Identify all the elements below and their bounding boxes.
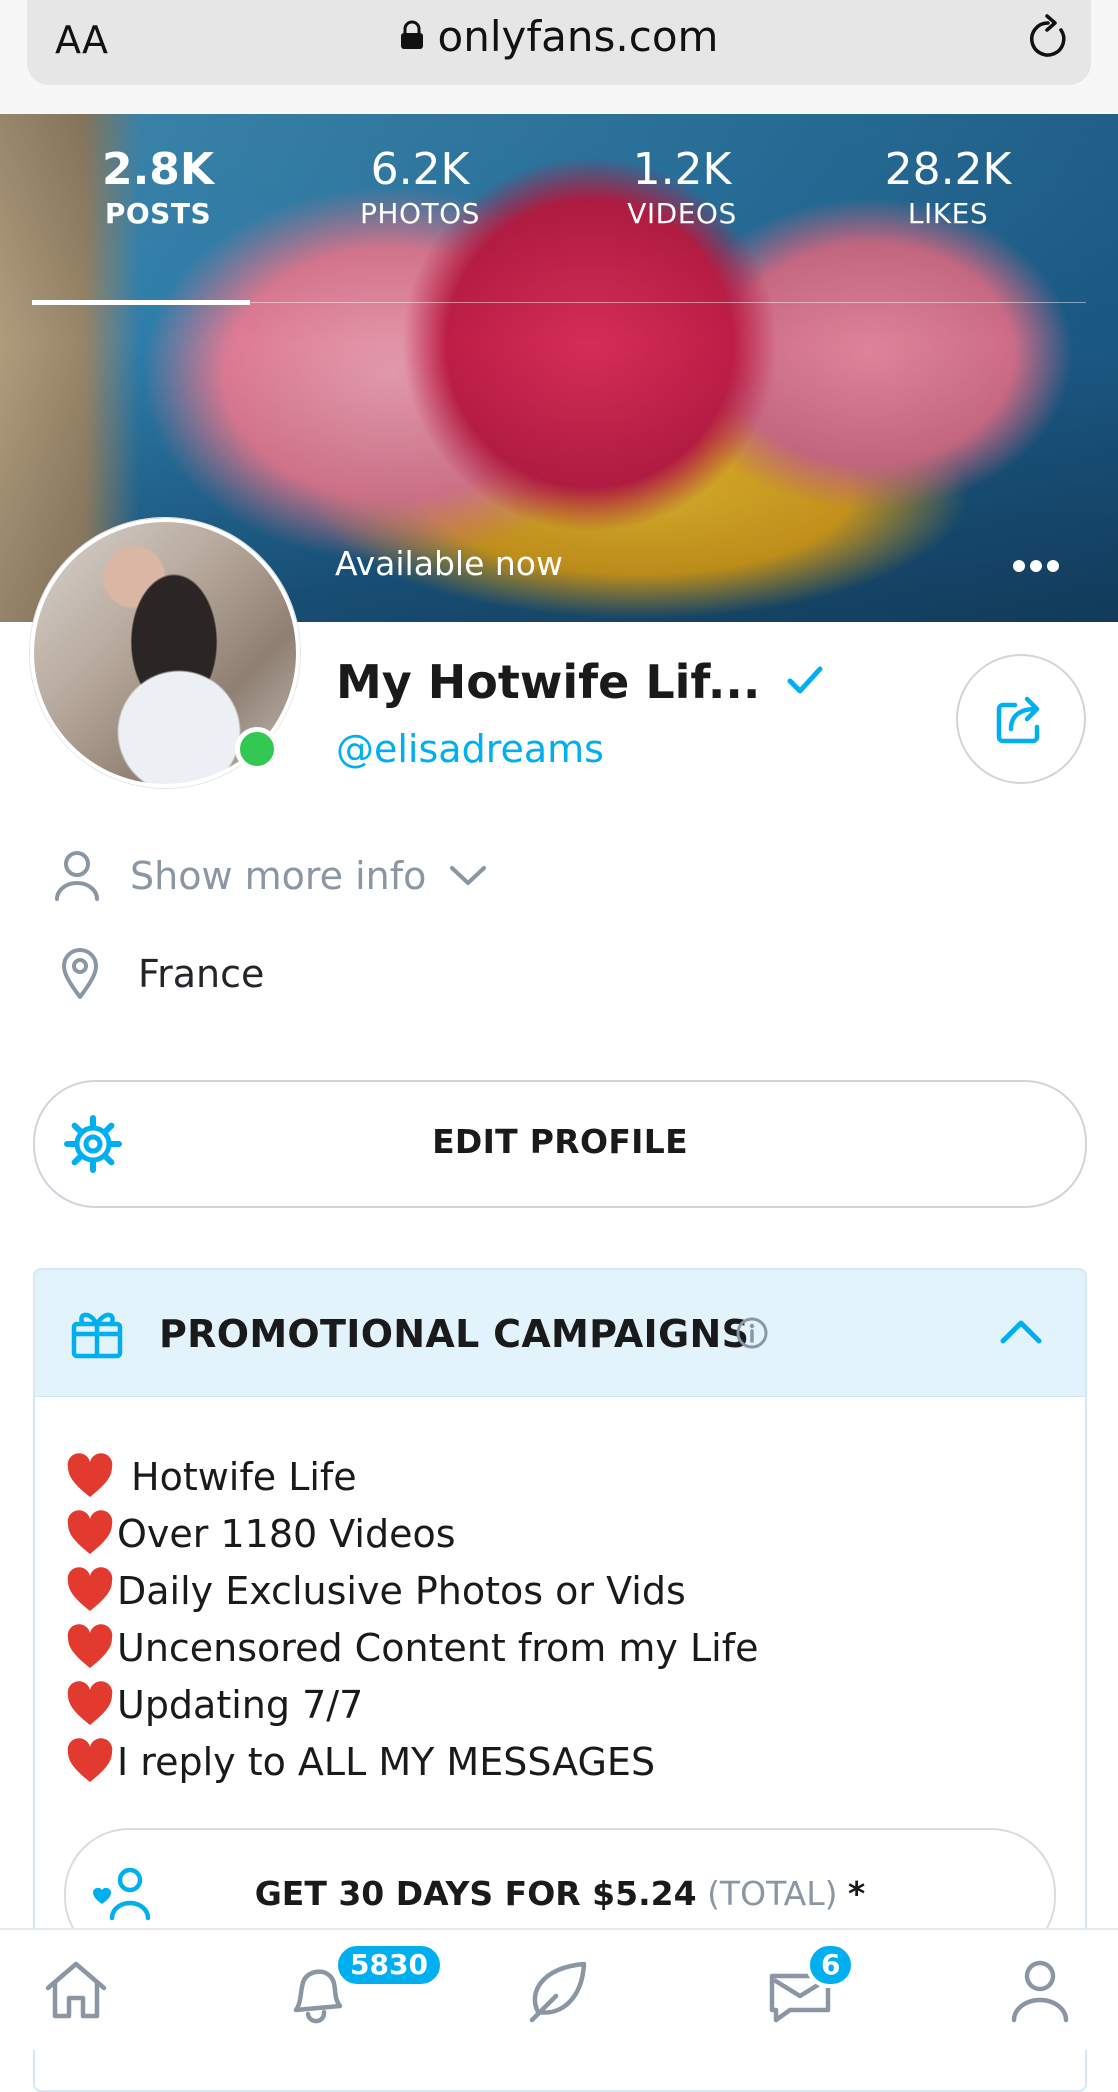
subscribe-asterisk: * bbox=[848, 1874, 866, 1913]
home-icon bbox=[45, 1961, 107, 2019]
address-bar[interactable]: AA onlyfans.com bbox=[27, 0, 1091, 85]
profile-stats-tabs: 2.8K POSTS 6.2K PHOTOS 1.2K VIDEOS 28.2K… bbox=[0, 144, 1118, 305]
edit-profile-label: EDIT PROFILE bbox=[432, 1122, 688, 1161]
browser-toolbar: AA onlyfans.com bbox=[0, 0, 1118, 114]
promo-line-text: Updating 7/7 bbox=[117, 1682, 364, 1727]
profile-name: My Hotwife Lif... bbox=[336, 655, 761, 709]
subscribe-offer-label: GET 30 DAYS FOR $5.24 (TOTAL) * bbox=[66, 1874, 1054, 1913]
tab-photos[interactable]: 6.2K PHOTOS bbox=[310, 144, 530, 232]
promo-line: Updating 7/7 bbox=[65, 1676, 758, 1733]
location-row: France bbox=[52, 944, 264, 1004]
more-options-icon[interactable] bbox=[1012, 558, 1060, 577]
tab-likes[interactable]: 28.2K LIKES bbox=[838, 144, 1058, 232]
location-text: France bbox=[138, 952, 265, 996]
posts-count: 2.8K bbox=[101, 144, 215, 195]
lock-icon bbox=[400, 11, 424, 60]
bottom-navigation: 5830 6 bbox=[0, 1928, 1118, 2050]
chevron-down-icon bbox=[450, 866, 487, 885]
videos-label: VIDEOS bbox=[627, 197, 737, 230]
feather-icon bbox=[529, 1961, 587, 2023]
promotional-campaigns-title: PROMOTIONAL CAMPAIGNS bbox=[159, 1312, 750, 1356]
promo-line-text: Daily Exclusive Photos or Vids bbox=[117, 1568, 686, 1613]
verified-check-icon bbox=[786, 653, 824, 707]
subscribe-price-text: GET 30 DAYS FOR $5.24 bbox=[254, 1874, 697, 1913]
info-icon[interactable] bbox=[735, 1316, 769, 1350]
show-more-info-label: Show more info bbox=[130, 854, 427, 898]
promo-line-text: Hotwife Life bbox=[131, 1454, 357, 1499]
promo-line: I reply to ALL MY MESSAGES bbox=[65, 1733, 758, 1790]
promo-line-text: I reply to ALL MY MESSAGES bbox=[117, 1739, 656, 1784]
tab-posts[interactable]: 2.8K POSTS bbox=[48, 144, 268, 232]
heart-icon bbox=[67, 1509, 113, 1554]
photos-label: PHOTOS bbox=[360, 197, 480, 230]
likes-label: LIKES bbox=[907, 197, 989, 230]
nav-profile[interactable] bbox=[1008, 1958, 1072, 2028]
nav-home[interactable] bbox=[42, 1958, 110, 2026]
notifications-badge: 5830 bbox=[334, 1942, 444, 1988]
profile-name-row: My Hotwife Lif... bbox=[336, 655, 824, 713]
promo-description: Hotwife Life Over 1180 Videos Daily Excl… bbox=[65, 1448, 758, 1790]
location-pin-icon bbox=[62, 948, 98, 999]
user-icon bbox=[1011, 1960, 1069, 2023]
promo-line-text: Over 1180 Videos bbox=[117, 1511, 456, 1556]
tab-videos[interactable]: 1.2K VIDEOS bbox=[572, 144, 792, 232]
availability-status: Available now bbox=[335, 544, 563, 583]
promo-line: Daily Exclusive Photos or Vids bbox=[65, 1562, 758, 1619]
user-icon bbox=[55, 851, 99, 901]
promo-line-text: Uncensored Content from my Life bbox=[117, 1625, 759, 1670]
show-more-info-toggle[interactable]: Show more info bbox=[52, 846, 488, 906]
promo-line: Over 1180 Videos bbox=[65, 1505, 758, 1562]
posts-label: POSTS bbox=[104, 197, 212, 230]
promo-line: Uncensored Content from my Life bbox=[65, 1619, 758, 1676]
nav-messages[interactable]: 6 bbox=[764, 1942, 856, 2030]
gift-icon bbox=[71, 1312, 123, 1359]
reload-icon[interactable] bbox=[1025, 14, 1071, 68]
share-profile-button[interactable] bbox=[956, 654, 1086, 784]
heart-icon bbox=[67, 1452, 113, 1497]
url-text: onlyfans.com bbox=[437, 12, 719, 61]
heart-icon bbox=[67, 1680, 113, 1725]
chevron-up-icon[interactable] bbox=[999, 1316, 1043, 1346]
profile-username[interactable]: @elisadreams bbox=[336, 727, 604, 771]
nav-new-post[interactable] bbox=[522, 1958, 594, 2030]
photos-count: 6.2K bbox=[370, 144, 470, 195]
url-display[interactable]: onlyfans.com bbox=[27, 12, 1091, 64]
promotional-campaigns-header[interactable]: PROMOTIONAL CAMPAIGNS bbox=[35, 1270, 1085, 1397]
likes-count: 28.2K bbox=[884, 144, 1012, 195]
online-status-dot bbox=[235, 727, 279, 771]
videos-count: 1.2K bbox=[632, 144, 732, 195]
active-tab-indicator bbox=[32, 300, 250, 305]
heart-icon bbox=[67, 1737, 113, 1782]
messages-badge: 6 bbox=[806, 1942, 856, 1988]
edit-profile-button[interactable]: EDIT PROFILE bbox=[33, 1080, 1087, 1208]
subscribe-total-text: (TOTAL) bbox=[707, 1874, 838, 1913]
share-icon bbox=[996, 696, 1040, 744]
heart-icon bbox=[67, 1623, 113, 1668]
promo-line: Hotwife Life bbox=[65, 1448, 758, 1505]
heart-icon bbox=[67, 1566, 113, 1611]
nav-notifications[interactable]: 5830 bbox=[282, 1942, 444, 2030]
